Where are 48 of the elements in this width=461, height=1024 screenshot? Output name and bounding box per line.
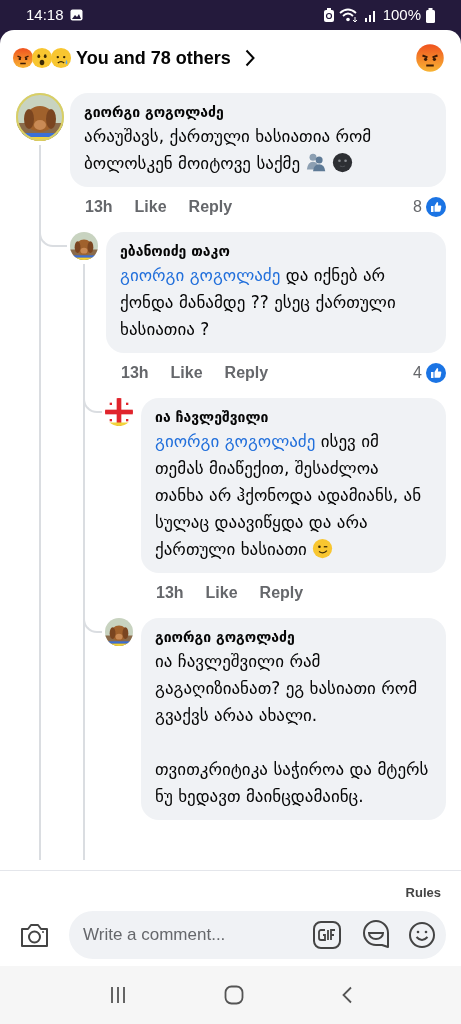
- wifi-icon: [338, 8, 359, 22]
- people-emoji-icon: [305, 152, 327, 173]
- comment-text: გიორგი გოგოლაძე და იქნებ არ ქონდა მანამდე ?? ესეც ქართული ხასიათია ?: [120, 264, 397, 341]
- signal-icon: [363, 8, 378, 22]
- like-icon: [426, 363, 446, 383]
- like-count: 4: [413, 363, 422, 383]
- gif-icon[interactable]: [312, 919, 342, 950]
- comment-author[interactable]: ია ჩავლეშვილი: [155, 406, 432, 428]
- status-time: 14:18: [26, 4, 64, 25]
- sticker-icon[interactable]: [362, 918, 390, 951]
- like-count: 8: [413, 197, 422, 217]
- angry-reaction-icon[interactable]: [415, 43, 445, 73]
- comment-input[interactable]: Write a comment...: [69, 910, 446, 959]
- sad-reaction-icon[interactable]: [50, 47, 72, 69]
- comment-action-button[interactable]: Like: [170, 361, 203, 385]
- comment-text: გიორგი გოგოლაძე ისევ იმ თემას მიაწექით, შესაძლოა თანხა არ ჰქონოდა ადამიანს, ან სულაც დაავიწყდა და არა ქართული ხასიათი: [155, 430, 423, 561]
- comment-text: არაუშავს, ქართული ხასიათია რომ ბოლოსკენ მოიტოვე საქმე: [84, 125, 373, 175]
- comment-action-button[interactable]: Like: [134, 195, 167, 219]
- comment-author[interactable]: ებანოიძე თაკო: [120, 240, 432, 262]
- comment-time: 13h: [85, 197, 113, 217]
- mention-link[interactable]: გიორგი გოგოლაძე: [155, 431, 316, 451]
- battery-saver-icon: [323, 8, 334, 22]
- comment-time: 13h: [156, 583, 184, 603]
- chevron-right-icon[interactable]: [244, 49, 255, 67]
- home-icon[interactable]: [223, 985, 244, 1005]
- battery-percentage: 100%: [382, 4, 421, 25]
- rules-link[interactable]: Rules: [405, 883, 441, 903]
- comment-action-button[interactable]: Like: [205, 581, 238, 605]
- comment-author[interactable]: გიორგი გოგოლაძე: [155, 626, 432, 648]
- back-icon[interactable]: [340, 986, 353, 1004]
- comment-text: ია ჩავლეშვილი რამ გაგაღიზიანათ? ეგ ხასიათი რომ გვაქვს არაა ახალი. თვითკრიტიკა საჭიროა და მტერს ნუ ხედავთ მაინცდამაინც.: [155, 650, 430, 808]
- mention-link[interactable]: გიორგი გოგოლაძე: [120, 265, 281, 285]
- reactions-summary[interactable]: You and 78 others: [76, 44, 231, 72]
- comment-author[interactable]: გიორგი გოგოლაძე: [84, 101, 432, 123]
- comment-action-button[interactable]: Reply: [224, 361, 269, 385]
- comment-action-button[interactable]: Reply: [188, 195, 233, 219]
- wow-reaction-icon[interactable]: [31, 47, 53, 69]
- camera-icon[interactable]: [20, 921, 49, 948]
- wink-emoji-icon: [312, 538, 334, 559]
- comment-action-button[interactable]: Reply: [259, 581, 304, 605]
- angry-reaction-icon[interactable]: [12, 47, 34, 69]
- like-icon: [426, 197, 446, 217]
- emoji-icon[interactable]: [408, 920, 436, 949]
- comment-time: 13h: [121, 363, 149, 383]
- moon-face-emoji-icon: [331, 152, 353, 173]
- gallery-icon: [69, 9, 83, 21]
- recent-apps-icon[interactable]: [108, 986, 127, 1004]
- battery-icon: [426, 7, 435, 23]
